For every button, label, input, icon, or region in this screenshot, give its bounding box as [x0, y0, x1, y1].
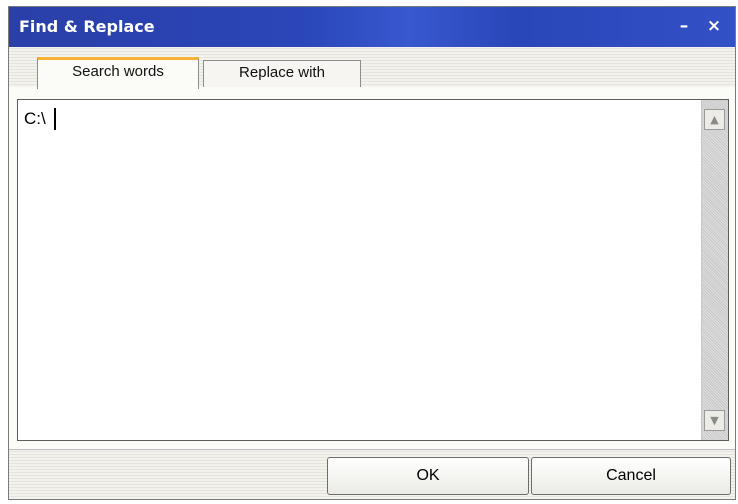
- tab-strip: Search words Replace with: [9, 47, 735, 89]
- text-caret: [54, 108, 56, 130]
- tab-replace-with[interactable]: Replace with: [203, 60, 361, 87]
- find-replace-dialog: Find & Replace – × Search words Replace …: [8, 6, 736, 500]
- scroll-down-icon[interactable]: ▼: [704, 410, 725, 431]
- search-text-area[interactable]: C:\ ▲ ▼: [17, 99, 729, 441]
- tab-panel: C:\ ▲ ▼: [9, 87, 735, 449]
- search-text-value: C:\: [24, 109, 46, 128]
- close-icon[interactable]: ×: [703, 13, 725, 39]
- title-bar[interactable]: Find & Replace – ×: [9, 7, 735, 47]
- tab-search-words[interactable]: Search words: [37, 57, 199, 89]
- cancel-button[interactable]: Cancel: [531, 457, 731, 495]
- vertical-scrollbar[interactable]: ▲ ▼: [701, 100, 728, 440]
- button-bar: OK Cancel: [9, 449, 735, 499]
- scroll-up-icon[interactable]: ▲: [704, 109, 725, 130]
- ok-button[interactable]: OK: [327, 457, 529, 495]
- window-title: Find & Replace: [19, 17, 155, 36]
- minimize-icon[interactable]: –: [673, 13, 695, 39]
